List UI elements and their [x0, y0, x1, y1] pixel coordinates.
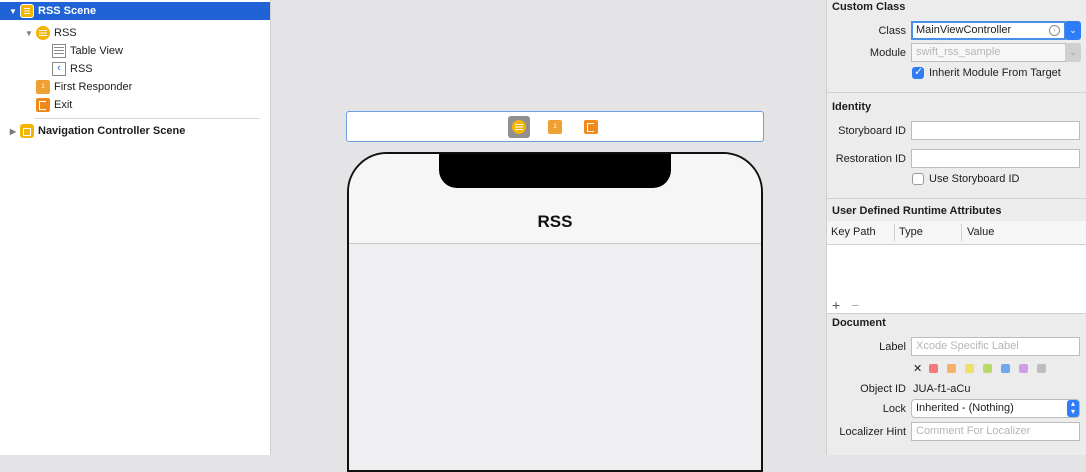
restoration-id-field[interactable]	[911, 149, 1080, 168]
outline-item-exit[interactable]: Exit	[0, 96, 270, 114]
purple-label-swatch[interactable]	[1019, 364, 1028, 373]
section-divider	[827, 92, 1086, 93]
exit-icon	[36, 98, 50, 112]
outline-item-label: RSS Scene	[38, 5, 97, 17]
storyboard-id-field[interactable]	[911, 121, 1080, 140]
add-attribute-button[interactable]: +	[832, 297, 840, 313]
custom-class-section-title: Custom Class	[832, 1, 906, 13]
remove-attribute-button[interactable]: −	[851, 297, 859, 313]
runtime-attributes-table-body[interactable]	[827, 245, 1086, 297]
view-controller-icon	[512, 119, 526, 134]
blue-label-swatch[interactable]	[1001, 364, 1010, 373]
class-field[interactable]: MainViewController	[911, 21, 1066, 40]
column-separator	[961, 224, 962, 241]
runtime-attributes-table-header: Key Path Type Value	[827, 221, 1086, 245]
table-view-icon	[52, 44, 66, 58]
use-storyboard-id-label: Use Storyboard ID	[929, 173, 1020, 185]
jump-to-class-icon[interactable]: ›	[1049, 25, 1060, 36]
inherit-module-label: Inherit Module From Target	[929, 67, 1061, 79]
storyboard-id-label: Storyboard ID	[838, 125, 906, 137]
lock-popup[interactable]: Inherited - (Nothing)	[911, 399, 1080, 418]
section-divider	[827, 313, 1086, 314]
first-responder-icon: 1	[548, 119, 562, 134]
document-section-title: Document	[832, 317, 886, 329]
outline-item-label: Table View	[70, 45, 123, 57]
navigation-title: RSS	[537, 212, 573, 231]
use-storyboard-id-checkbox[interactable]	[912, 173, 924, 185]
clear-color-label-button[interactable]: ✕	[913, 362, 922, 375]
storyboard-canvas[interactable]: 1 RSS	[271, 0, 826, 472]
view-controller-icon	[36, 26, 50, 40]
inherit-module-checkbox[interactable]	[912, 65, 924, 79]
outline-item-label: RSS	[70, 63, 93, 75]
device-notch	[439, 154, 671, 188]
use-storyboard-id-checkbox-row[interactable]: Use Storyboard ID	[912, 173, 1019, 185]
class-dropdown-button[interactable]: ⌄	[1065, 21, 1081, 40]
outline-item-rss-scene[interactable]: ▼ RSS Scene	[0, 2, 270, 20]
module-field[interactable]: swift_rss_sample	[911, 43, 1066, 62]
first-responder-icon: 1	[36, 80, 50, 94]
outline-item-table-view[interactable]: Table View	[0, 42, 270, 60]
section-divider	[827, 198, 1086, 199]
module-label: Module	[869, 47, 906, 59]
disclosure-expanded-icon[interactable]: ▼	[24, 29, 34, 38]
object-id-label: Object ID	[860, 383, 906, 395]
restoration-id-label: Restoration ID	[835, 153, 906, 165]
outline-item-label: RSS	[54, 27, 77, 39]
module-dropdown-button[interactable]: ⌄	[1065, 43, 1081, 62]
localizer-hint-field[interactable]: Comment For Localizer	[911, 422, 1080, 441]
outline-divider	[34, 118, 260, 119]
identity-inspector: Custom Class Class MainViewController › …	[826, 0, 1086, 455]
inherit-module-checkbox-row[interactable]: Inherit Module From Target	[912, 65, 1061, 79]
identity-section-title: Identity	[832, 101, 872, 113]
column-key-path[interactable]: Key Path	[831, 226, 876, 238]
lock-label: Lock	[882, 403, 906, 415]
column-type[interactable]: Type	[899, 226, 923, 238]
outline-item-rss-controller[interactable]: ▼ RSS	[0, 24, 270, 42]
orange-label-swatch[interactable]	[947, 364, 956, 373]
object-id-value: JUA-f1-aCu	[913, 383, 971, 395]
scene-dock: 1	[346, 111, 764, 142]
red-label-swatch[interactable]	[929, 364, 938, 373]
outline-item-first-responder[interactable]: 1 First Responder	[0, 78, 270, 96]
device-frame[interactable]: RSS	[347, 152, 763, 472]
view-controller-dock-button[interactable]	[508, 115, 530, 138]
table-view-area[interactable]	[349, 245, 761, 470]
yellow-label-swatch[interactable]	[965, 364, 974, 373]
outline-item-label: Exit	[54, 99, 73, 111]
outline-item-label: Navigation Controller Scene	[38, 125, 186, 137]
disclosure-expanded-icon[interactable]: ▼	[8, 7, 18, 16]
outline-item-label: First Responder	[54, 81, 133, 93]
outline-item-navigation-item[interactable]: ‹ RSS	[0, 60, 270, 78]
runtime-attributes-section-title: User Defined Runtime Attributes	[832, 205, 1002, 217]
gray-label-swatch[interactable]	[1037, 364, 1046, 373]
document-label-label: Label	[879, 341, 906, 353]
exit-dock-button[interactable]	[580, 116, 602, 138]
localizer-hint-label: Localizer Hint	[839, 426, 906, 438]
exit-icon	[584, 119, 598, 134]
navigation-controller-scene-icon	[20, 124, 34, 138]
runtime-attributes-footer	[827, 297, 1086, 313]
view-controller-scene-icon	[20, 4, 34, 18]
navigation-item-icon: ‹	[52, 62, 66, 76]
disclosure-collapsed-icon[interactable]: ▶	[8, 127, 18, 136]
outline-item-navigation-controller-scene[interactable]: ▶ Navigation Controller Scene	[0, 122, 270, 140]
column-separator	[894, 224, 895, 241]
class-label: Class	[878, 25, 906, 37]
document-outline: ▼ RSS Scene ▼ RSS Table View ‹ RSS 1 Fir…	[0, 0, 271, 455]
green-label-swatch[interactable]	[983, 364, 992, 373]
lock-popup-arrows-icon[interactable]: ▴ ▾	[1067, 400, 1079, 417]
column-value[interactable]: Value	[967, 226, 994, 238]
document-label-field[interactable]: Xcode Specific Label	[911, 337, 1080, 356]
first-responder-dock-button[interactable]: 1	[544, 116, 566, 138]
